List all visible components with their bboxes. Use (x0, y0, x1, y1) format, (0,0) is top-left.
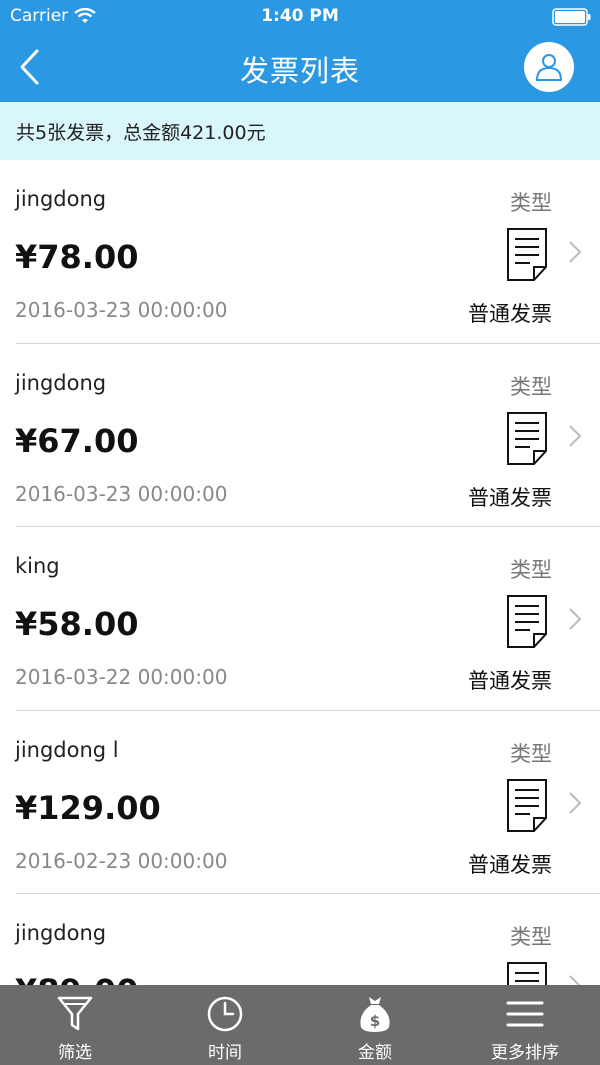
invoice-summary: 共5张发票，总金额421.00元 (0, 102, 600, 160)
nav-bar: 发票列表 (0, 34, 600, 102)
invoice-date: 2016-03-23 00:00:00 (15, 481, 228, 506)
invoice-list: jingdong ¥78.00 2016-03-23 00:00:00 类型 普… (0, 160, 600, 985)
invoice-amount: ¥89.00 (15, 972, 138, 985)
more-sort-label: 更多排序 (491, 1043, 559, 1063)
invoice-name: king (15, 554, 60, 578)
bottom-toolbar: 筛选 时间 $ 金额 更多排序 (0, 985, 600, 1065)
invoice-type-label: 类型 (510, 558, 552, 582)
invoice-type-value: 普通发票 (468, 669, 552, 693)
invoice-amount: ¥58.00 (15, 605, 139, 643)
header: Carrier 1:40 PM 发票列表 (0, 0, 600, 102)
invoice-name: jingdong (15, 370, 107, 395)
chevron-right-icon (569, 975, 581, 985)
time-label: 时间 (208, 1043, 242, 1063)
invoice-row[interactable]: king ¥58.00 2016-03-22 00:00:00 类型 普通发票 (0, 527, 600, 711)
invoice-type-label: 类型 (510, 741, 552, 766)
document-icon (507, 962, 547, 985)
invoice-type-label: 类型 (510, 191, 552, 215)
filter-button[interactable]: 筛选 (0, 985, 150, 1065)
sort-time-button[interactable]: 时间 (150, 985, 300, 1065)
invoice-amount: ¥67.00 (15, 421, 139, 460)
invoice-type-value: 普通发票 (468, 485, 552, 510)
invoice-amount: ¥78.00 (15, 238, 139, 276)
sort-amount-button[interactable]: $ 金额 (300, 985, 450, 1065)
user-icon (535, 54, 563, 81)
chevron-right-icon (569, 791, 582, 814)
money-bag-icon: $ (360, 997, 390, 1032)
invoice-date: 2016-03-23 00:00:00 (15, 298, 228, 322)
filter-icon (57, 996, 93, 1031)
invoice-row[interactable]: jingdong ¥89.00 类型 (0, 894, 600, 985)
status-bar: Carrier 1:40 PM (0, 0, 600, 34)
invoice-name: jingdong l (15, 737, 119, 762)
invoice-type-value: 普通发票 (468, 302, 552, 326)
summary-text: 共5张发票，总金额421.00元 (16, 121, 266, 144)
clock-icon (207, 996, 243, 1032)
avatar-button[interactable] (524, 42, 574, 92)
filter-label: 筛选 (58, 1043, 92, 1063)
invoice-amount: ¥129.00 (15, 788, 161, 827)
invoice-date: 2016-03-22 00:00:00 (15, 665, 228, 689)
chevron-right-icon (569, 241, 582, 263)
invoice-name: jingdong (15, 921, 107, 945)
battery-icon (552, 8, 591, 26)
invoice-type-value: 普通发票 (468, 852, 552, 877)
page-title: 发票列表 (239, 54, 360, 88)
status-time: 1:40 PM (261, 6, 339, 26)
chevron-right-icon (569, 608, 582, 630)
invoice-type-label: 类型 (510, 925, 552, 949)
svg-text:$: $ (370, 1012, 380, 1030)
invoice-type-label: 类型 (510, 374, 552, 399)
document-icon (507, 595, 547, 648)
invoice-name: jingdong (15, 187, 107, 211)
more-sort-button[interactable]: 更多排序 (450, 985, 600, 1065)
document-icon (507, 411, 547, 465)
invoice-row[interactable]: jingdong ¥67.00 2016-03-23 00:00:00 类型 普… (0, 344, 600, 527)
amount-label: 金额 (358, 1043, 392, 1063)
menu-icon (506, 1001, 544, 1027)
invoice-row[interactable]: jingdong ¥78.00 2016-03-23 00:00:00 类型 普… (0, 160, 600, 344)
document-icon (507, 778, 547, 832)
chevron-right-icon (569, 424, 582, 447)
invoice-row[interactable]: jingdong l ¥129.00 2016-02-23 00:00:00 类… (0, 711, 600, 894)
document-icon (507, 228, 547, 281)
invoice-date: 2016-02-23 00:00:00 (15, 848, 228, 873)
